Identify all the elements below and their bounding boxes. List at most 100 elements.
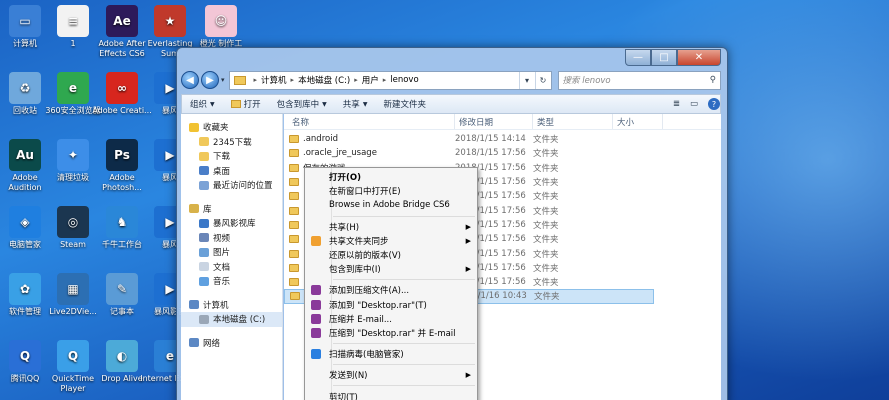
menu-item-icon <box>311 349 321 360</box>
desktop-icon-anime[interactable]: ☺ 橙光 制作工 <box>191 5 251 49</box>
sidebar-item-label: 桌面 <box>213 166 231 177</box>
column-size[interactable]: 大小 <box>613 114 663 129</box>
sidebar-item[interactable]: 下载 <box>181 149 282 164</box>
breadcrumb-segment[interactable]: 本地磁盘 (C:) <box>298 74 350 86</box>
close-button[interactable]: ✕ <box>677 49 721 66</box>
context-menu-item[interactable]: 压缩到 "Desktop.rar" 并 E-mail <box>305 326 477 340</box>
breadcrumb-separator[interactable]: ▸ <box>383 76 387 84</box>
breadcrumb-segment[interactable]: 用户 <box>362 74 379 86</box>
minimize-button[interactable]: — <box>625 49 651 66</box>
creative-icon: ∞ <box>106 72 138 104</box>
file-row[interactable]: .android 2018/1/15 14:14 文件夹 <box>284 132 721 146</box>
preview-pane-icon[interactable]: ▭ <box>690 99 698 109</box>
context-menu-item[interactable]: 添加到 "Desktop.rar"(T) <box>305 298 477 312</box>
menu-item-icon <box>311 235 321 246</box>
folder-icon <box>199 233 209 243</box>
menu-item-label: 在新窗口中打开(E) <box>329 187 401 198</box>
cleaner-icon: ✦ <box>57 139 89 171</box>
sidebar-item[interactable]: 网络 <box>181 336 282 351</box>
folder-icon <box>290 292 300 301</box>
sidebar-item[interactable]: 最近访问的位置 <box>181 178 282 193</box>
context-menu-item[interactable]: 共享文件夹同步 ▶ <box>305 234 477 248</box>
sidebar-item[interactable]: 库 <box>181 202 282 217</box>
context-menu-item[interactable]: 打开(O) <box>305 170 477 184</box>
breadcrumb-segment[interactable]: lenovo <box>390 75 418 85</box>
menu-item-icon <box>311 299 321 310</box>
chevron-down-icon: ▼ <box>210 100 215 108</box>
menu-item-label: 压缩到 "Desktop.rar" 并 E-mail <box>329 328 456 339</box>
folder-icon <box>199 276 209 286</box>
menu-item-label: 添加到压缩文件(A)... <box>329 286 410 297</box>
context-menu-item[interactable]: 发送到(N) ▶ <box>305 368 477 382</box>
context-menu-item[interactable]: 剪切(T) <box>305 389 477 400</box>
audition-icon: Au <box>9 139 41 171</box>
sidebar-item[interactable]: 收藏夹 <box>181 120 282 135</box>
column-date[interactable]: 修改日期 <box>455 114 533 129</box>
folder-icon <box>289 163 299 172</box>
context-menu-item[interactable]: 包含到库中(I) ▶ <box>305 262 477 276</box>
folder-icon <box>189 338 199 348</box>
breadcrumb-separator[interactable]: ▸ <box>354 76 358 84</box>
maximize-button[interactable]: □ <box>651 49 677 66</box>
column-type[interactable]: 类型 <box>533 114 613 129</box>
back-button[interactable]: ◀ <box>181 71 199 89</box>
refresh-icon[interactable]: ↻ <box>534 71 551 89</box>
file-type: 文件夹 <box>533 249 559 260</box>
sidebar-item-label: 计算机 <box>203 300 229 311</box>
file-type: 文件夹 <box>533 278 559 289</box>
context-menu-item[interactable]: 共享(H) ▶ <box>305 220 477 234</box>
open-button[interactable]: 打开 <box>230 98 261 110</box>
context-menu-item[interactable]: 在新窗口中打开(E) <box>305 184 477 198</box>
address-bar[interactable]: ▸ 计算机 ▸ 本地磁盘 (C:) ▸ 用户 ▸ lenovo ▾ ↻ <box>228 70 552 90</box>
breadcrumb: ▸ 计算机 ▸ 本地磁盘 (C:) ▸ 用户 ▸ lenovo <box>250 74 419 86</box>
sidebar-item[interactable]: 桌面 <box>181 164 282 179</box>
folder-icon <box>189 204 199 214</box>
file-type: 文件夹 <box>533 178 559 189</box>
menu-item-label: 打开(O) <box>329 173 361 184</box>
new-folder-button[interactable]: 新建文件夹 <box>383 98 426 110</box>
address-dropdown-icon[interactable]: ▾ <box>518 71 535 89</box>
context-menu-item[interactable]: 还原以前的版本(V) <box>305 248 477 262</box>
sidebar-item[interactable]: 文档 <box>181 260 282 275</box>
breadcrumb-separator[interactable]: ▸ <box>254 76 258 84</box>
file-row[interactable]: .oracle_jre_usage 2018/1/15 17:56 文件夹 <box>284 146 721 160</box>
sidebar-item[interactable]: 暴风影视库 <box>181 216 282 231</box>
menu-item-label: 添加到 "Desktop.rar"(T) <box>329 300 427 311</box>
include-in-library-button[interactable]: 包含到库中 ▼ <box>277 98 327 110</box>
file-type: 文件夹 <box>533 220 559 231</box>
context-menu-item[interactable]: 压缩并 E-mail... <box>305 312 477 326</box>
share-button[interactable]: 共享 ▼ <box>343 98 368 110</box>
context-menu-item[interactable]: 扫描病毒(电脑管家) <box>305 347 477 361</box>
help-icon[interactable]: ? <box>708 98 720 110</box>
folder-icon <box>233 75 246 85</box>
sidebar-item-label: 2345下载 <box>213 137 252 148</box>
column-name[interactable]: 名称 <box>284 114 455 129</box>
folder-icon <box>199 218 209 228</box>
context-menu-item[interactable]: 添加到压缩文件(A)... <box>305 283 477 297</box>
sidebar-item-label: 收藏夹 <box>203 123 229 134</box>
view-options-icon[interactable]: ≣ <box>673 99 680 109</box>
search-input[interactable]: 搜索 lenovo ⚲ <box>557 70 721 90</box>
breadcrumb-segment[interactable]: 计算机 <box>261 74 287 86</box>
menu-item-label: 剪切(T) <box>329 392 358 400</box>
menu-item-label: 扫描病毒(电脑管家) <box>329 350 404 361</box>
sidebar-item[interactable]: 音乐 <box>181 274 282 289</box>
breadcrumb-separator[interactable]: ▸ <box>291 76 295 84</box>
context-menu: 打开(O) 在新窗口中打开(E) Browse in Adobe Bridge CS… <box>304 167 478 400</box>
sidebar-item[interactable]: 2345下载 <box>181 135 282 150</box>
share-label: 共享 <box>342 100 360 110</box>
sidebar-item[interactable]: 图片 <box>181 245 282 260</box>
search-icon[interactable]: ⚲ <box>710 75 716 85</box>
sidebar-item[interactable]: 计算机 <box>181 298 282 313</box>
organize-button[interactable]: 组织 ▼ <box>190 98 215 110</box>
context-menu-item[interactable]: Browse in Adobe Bridge CS6 <box>305 198 477 212</box>
forward-button[interactable]: ▶ <box>201 71 219 89</box>
sidebar-item[interactable]: 视频 <box>181 231 282 246</box>
recent-pages-dropdown[interactable]: ▾ <box>221 76 225 84</box>
file-name-cell: .oracle_jre_usage <box>284 148 455 158</box>
photoshop-icon: Ps <box>106 139 138 171</box>
sidebar-item-label: 暴风影视库 <box>213 219 256 230</box>
file-type: 文件夹 <box>533 192 559 203</box>
file-type: 文件夹 <box>533 235 559 246</box>
sidebar-item[interactable]: 本地磁盘 (C:) <box>181 312 282 327</box>
